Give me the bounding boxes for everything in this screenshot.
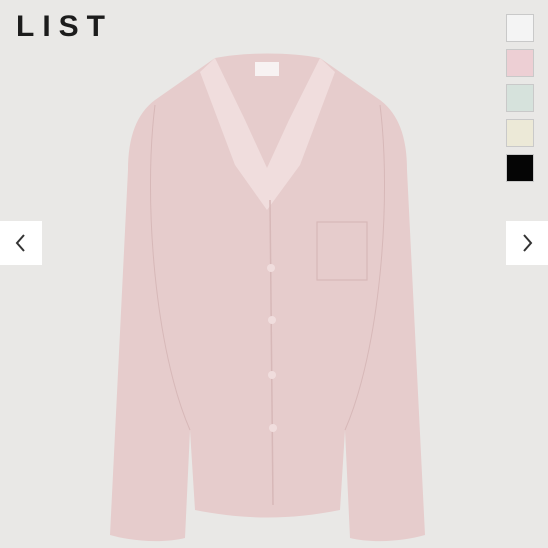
product-gallery: LIST	[0, 0, 548, 548]
shirt-button	[267, 264, 275, 272]
shirt-button	[268, 316, 276, 324]
shirt-button	[269, 424, 277, 432]
color-swatch-cream[interactable]	[506, 119, 534, 147]
color-swatch-mint[interactable]	[506, 84, 534, 112]
chevron-right-icon	[523, 234, 533, 252]
prev-image-button[interactable]	[0, 221, 42, 265]
shirt-button	[268, 371, 276, 379]
color-swatch-list	[506, 14, 534, 189]
chevron-left-icon	[15, 234, 25, 252]
color-swatch-white[interactable]	[506, 14, 534, 42]
color-swatch-pink[interactable]	[506, 49, 534, 77]
shirt-label	[255, 62, 279, 76]
brand-logo: LIST	[16, 10, 113, 43]
color-swatch-black[interactable]	[506, 154, 534, 182]
next-image-button[interactable]	[506, 221, 548, 265]
blouse-image	[110, 53, 425, 542]
